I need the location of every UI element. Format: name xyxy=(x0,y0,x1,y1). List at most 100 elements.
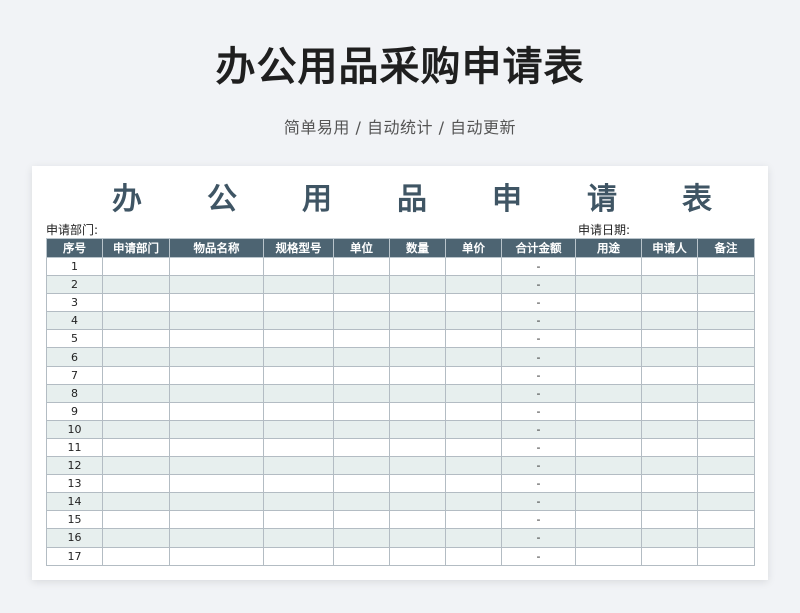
table-cell[interactable] xyxy=(389,401,446,421)
table-cell[interactable] xyxy=(102,347,170,367)
table-cell[interactable] xyxy=(641,347,698,367)
table-cell[interactable] xyxy=(697,492,755,512)
table-cell[interactable] xyxy=(389,419,446,439)
table-cell[interactable] xyxy=(169,347,264,367)
table-cell[interactable] xyxy=(641,437,698,458)
table-cell[interactable] xyxy=(102,293,170,313)
table-cell[interactable] xyxy=(697,347,755,367)
table-cell[interactable] xyxy=(333,293,390,313)
table-cell[interactable] xyxy=(697,510,755,530)
table-cell[interactable] xyxy=(102,474,170,494)
table-cell[interactable] xyxy=(102,456,170,476)
table-cell[interactable] xyxy=(169,401,264,421)
table-cell[interactable] xyxy=(169,492,264,512)
table-cell[interactable] xyxy=(263,256,334,277)
table-cell[interactable] xyxy=(333,365,390,385)
table-cell[interactable] xyxy=(169,510,264,530)
table-cell[interactable] xyxy=(697,419,755,439)
table-cell[interactable] xyxy=(575,546,642,566)
table-cell[interactable] xyxy=(575,293,642,313)
table-cell[interactable] xyxy=(333,256,390,277)
table-cell[interactable] xyxy=(697,474,755,494)
table-cell[interactable] xyxy=(263,365,334,385)
table-cell[interactable] xyxy=(333,347,390,367)
table-cell[interactable] xyxy=(263,546,334,566)
table-cell[interactable] xyxy=(445,401,502,421)
table-cell[interactable] xyxy=(169,293,264,313)
table-cell[interactable] xyxy=(263,311,334,331)
table-cell[interactable] xyxy=(333,383,390,403)
table-cell[interactable] xyxy=(697,329,755,349)
table-cell[interactable] xyxy=(445,492,502,512)
table-cell[interactable] xyxy=(575,311,642,331)
table-cell[interactable] xyxy=(575,365,642,385)
table-cell[interactable] xyxy=(169,256,264,277)
table-cell[interactable] xyxy=(445,383,502,403)
table-cell[interactable] xyxy=(641,510,698,530)
table-cell[interactable] xyxy=(641,383,698,403)
table-cell[interactable] xyxy=(263,275,334,295)
table-cell[interactable] xyxy=(641,275,698,295)
table-cell[interactable] xyxy=(333,528,390,548)
table-cell[interactable] xyxy=(445,419,502,439)
table-cell[interactable] xyxy=(389,510,446,530)
table-cell[interactable] xyxy=(333,546,390,566)
table-cell[interactable] xyxy=(263,401,334,421)
table-cell[interactable] xyxy=(641,456,698,476)
table-cell[interactable] xyxy=(263,419,334,439)
table-cell[interactable] xyxy=(575,401,642,421)
table-cell[interactable] xyxy=(575,528,642,548)
table-cell[interactable] xyxy=(575,492,642,512)
table-cell[interactable] xyxy=(263,510,334,530)
table-cell[interactable] xyxy=(575,347,642,367)
table-cell[interactable] xyxy=(641,546,698,566)
table-cell[interactable] xyxy=(102,256,170,277)
table-cell[interactable] xyxy=(389,329,446,349)
table-cell[interactable] xyxy=(697,365,755,385)
table-cell[interactable] xyxy=(333,311,390,331)
table-cell[interactable] xyxy=(333,492,390,512)
table-cell[interactable] xyxy=(641,311,698,331)
table-cell[interactable] xyxy=(169,275,264,295)
table-cell[interactable] xyxy=(445,437,502,458)
table-cell[interactable] xyxy=(102,492,170,512)
table-cell[interactable] xyxy=(641,528,698,548)
table-cell[interactable] xyxy=(263,492,334,512)
table-cell[interactable] xyxy=(169,365,264,385)
table-cell[interactable] xyxy=(641,419,698,439)
table-cell[interactable] xyxy=(445,347,502,367)
table-cell[interactable] xyxy=(641,365,698,385)
table-cell[interactable] xyxy=(575,383,642,403)
table-cell[interactable] xyxy=(102,528,170,548)
table-cell[interactable] xyxy=(389,528,446,548)
table-cell[interactable] xyxy=(697,293,755,313)
table-cell[interactable] xyxy=(169,546,264,566)
table-cell[interactable] xyxy=(102,401,170,421)
table-cell[interactable] xyxy=(697,275,755,295)
table-cell[interactable] xyxy=(389,492,446,512)
table-cell[interactable] xyxy=(333,437,390,458)
table-cell[interactable] xyxy=(263,456,334,476)
table-cell[interactable] xyxy=(102,437,170,458)
table-cell[interactable] xyxy=(445,329,502,349)
table-cell[interactable] xyxy=(102,383,170,403)
table-cell[interactable] xyxy=(102,510,170,530)
table-cell[interactable] xyxy=(445,365,502,385)
table-cell[interactable] xyxy=(169,383,264,403)
table-cell[interactable] xyxy=(389,293,446,313)
table-cell[interactable] xyxy=(641,256,698,277)
table-cell[interactable] xyxy=(333,474,390,494)
table-cell[interactable] xyxy=(445,528,502,548)
table-cell[interactable] xyxy=(575,456,642,476)
table-cell[interactable] xyxy=(389,474,446,494)
table-cell[interactable] xyxy=(333,401,390,421)
table-cell[interactable] xyxy=(333,456,390,476)
table-cell[interactable] xyxy=(575,419,642,439)
table-cell[interactable] xyxy=(102,311,170,331)
table-cell[interactable] xyxy=(445,293,502,313)
table-cell[interactable] xyxy=(389,256,446,277)
table-cell[interactable] xyxy=(169,419,264,439)
table-cell[interactable] xyxy=(697,546,755,566)
table-cell[interactable] xyxy=(333,329,390,349)
table-cell[interactable] xyxy=(263,528,334,548)
